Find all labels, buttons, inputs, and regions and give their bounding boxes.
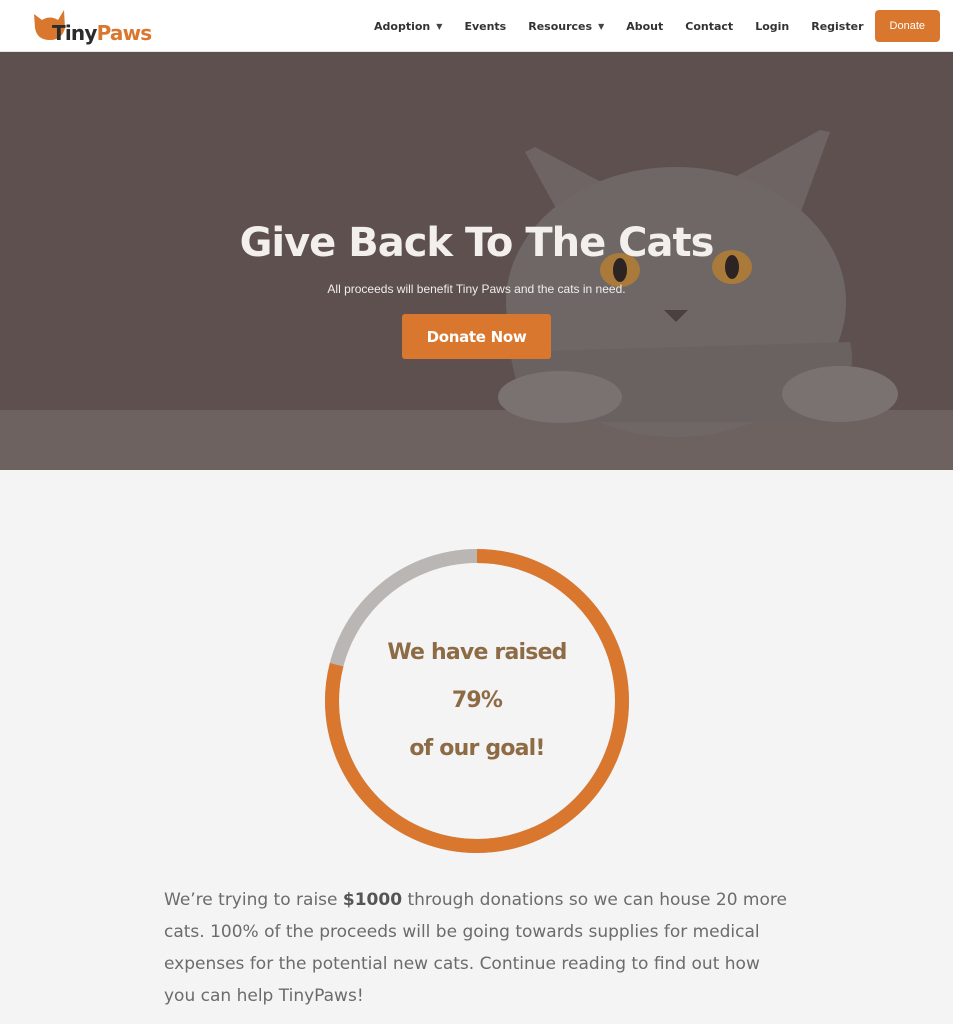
donation-description: We’re trying to raise $1000 through dona… — [164, 890, 787, 1006]
logo-text: TinyPaws — [52, 21, 152, 45]
chevron-down-icon: ▼ — [436, 21, 443, 31]
nav-item-register[interactable]: Register — [811, 20, 863, 33]
donate-button[interactable]: Donate — [874, 10, 940, 42]
donate-now-button[interactable]: Donate Now — [402, 314, 551, 359]
nav-item-login[interactable]: Login — [755, 20, 789, 33]
progress-label-bottom: of our goal! — [409, 736, 545, 761]
nav-item-adoption[interactable]: Adoption ▼ — [374, 20, 442, 33]
nav-item-about[interactable]: About — [626, 20, 663, 33]
nav-item-contact[interactable]: Contact — [685, 20, 733, 33]
hero-title: Give Back To The Cats — [239, 220, 715, 266]
donation-progress-ring: We have raised 79% of our goal! — [324, 548, 630, 854]
goal-amount: $1000 — [342, 890, 403, 910]
hero-subtitle: All proceeds will benefit Tiny Paws and … — [327, 282, 626, 296]
progress-percent: 79% — [451, 688, 503, 713]
chevron-down-icon: ▼ — [598, 21, 605, 31]
nav-item-resources[interactable]: Resources ▼ — [528, 20, 604, 33]
progress-label-top: We have raised — [387, 640, 567, 665]
nav-item-events[interactable]: Events — [464, 20, 506, 33]
hero-banner: Give Back To The Cats All proceeds will … — [0, 52, 953, 470]
tinypaws-logo[interactable]: TinyPaws — [32, 6, 152, 46]
main-menu: Adoption ▼ Events Resources ▼ About Contac… — [352, 10, 940, 42]
top-navbar: TinyPaws Adoption ▼ Events Resources ▼ Abo… — [0, 0, 953, 52]
